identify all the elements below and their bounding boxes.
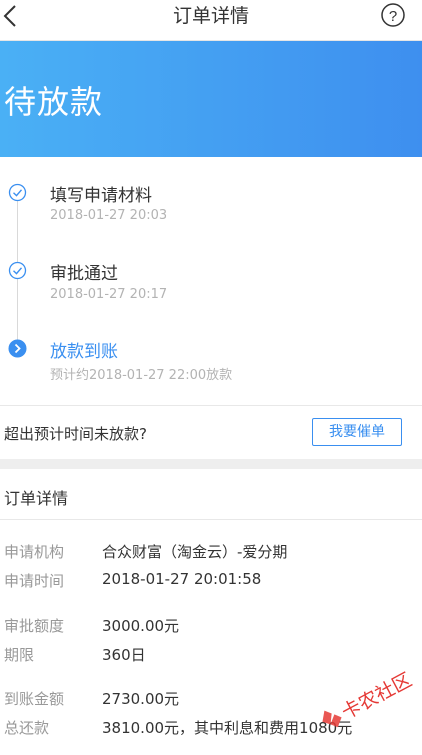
check-circle-icon — [8, 261, 27, 280]
details-header: 订单详情 — [0, 469, 422, 520]
details-title: 订单详情 — [4, 489, 69, 508]
svg-text:?: ? — [389, 8, 397, 25]
detail-row-apply-time: 申请时间 2018-01-27 20:01:58 — [0, 570, 422, 594]
nav-bar: 订单详情 ? — [0, 0, 422, 41]
section-divider — [0, 459, 422, 469]
status-banner: 待放款 — [0, 41, 422, 157]
detail-value: 3000.00元 — [102, 617, 180, 635]
step-time: 2018-01-27 20:17 — [50, 287, 168, 302]
check-circle-icon — [8, 183, 27, 202]
question-circle-icon: ? — [381, 3, 405, 27]
detail-label: 期限 — [4, 646, 35, 664]
step-name: 放款到账 — [50, 342, 118, 362]
detail-row-institution: 申请机构 合众财富（淘金云）-爱分期 — [0, 541, 422, 565]
urge-button[interactable]: 我要催单 — [312, 418, 402, 446]
detail-label: 审批额度 — [4, 617, 65, 635]
order-status: 待放款 — [4, 83, 104, 121]
detail-label: 总还款 — [4, 719, 50, 737]
page-title: 订单详情 — [172, 5, 249, 27]
step-name: 填写申请材料 — [50, 186, 152, 206]
progress-timeline: 填写申请材料 2018-01-27 20:03 审批通过 2018-01-27 … — [0, 157, 422, 405]
step-time: 2018-01-27 20:03 — [50, 208, 168, 223]
chevron-right-circle-icon — [8, 339, 27, 358]
step-name: 审批通过 — [50, 264, 118, 284]
detail-row-approved-amount: 审批额度 3000.00元 — [0, 615, 422, 639]
detail-row-term: 期限 360日 — [0, 644, 422, 668]
watermark-logo: 卡农社区 — [322, 669, 416, 728]
detail-label: 到账金额 — [4, 690, 65, 708]
detail-label: 申请时间 — [4, 572, 65, 590]
help-button[interactable]: ? — [378, 2, 408, 32]
detail-value: 360日 — [102, 646, 146, 664]
step-time: 预计约2018-01-27 22:00放款 — [50, 368, 233, 383]
detail-value: 合众财富（淘金云）-爱分期 — [102, 543, 288, 561]
urge-question: 超出预计时间未放款? — [4, 425, 147, 443]
detail-label: 申请机构 — [4, 543, 65, 561]
urge-row: 超出预计时间未放款? 我要催单 — [0, 405, 422, 459]
detail-value: 2018-01-27 20:01:58 — [102, 570, 262, 588]
watermark-text: 卡农社区 — [338, 669, 415, 724]
detail-value: 2730.00元 — [102, 690, 180, 708]
